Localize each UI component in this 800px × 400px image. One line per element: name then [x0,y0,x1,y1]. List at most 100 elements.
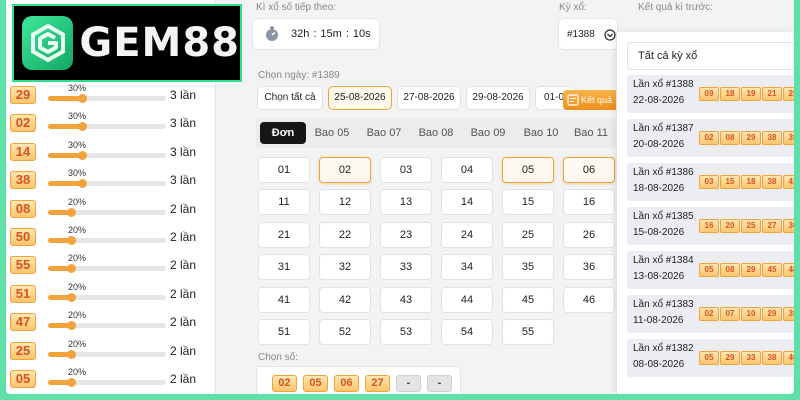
number-cell[interactable]: 44 [441,286,493,313]
picked-number-ball: 27 [365,375,390,392]
number-cell[interactable]: 15 [502,189,554,216]
number-cell[interactable]: 41 [258,286,310,313]
result-row[interactable]: Lần xổ #1385 15-08-2026 1620252730 [627,207,794,245]
result-number-ball: 21 [762,87,782,101]
g-hexagon-logo-icon [22,16,74,70]
number-cell[interactable]: 33 [380,254,432,281]
number-cell[interactable]: 46 [563,286,615,313]
number-cell[interactable]: 12 [319,189,371,216]
stat-count: 3 lần [170,173,197,188]
stat-progress-track [48,150,166,160]
number-cell[interactable]: 53 [380,319,432,345]
number-cell[interactable]: 14 [441,189,493,216]
date-chip[interactable]: 25-08-2026 [328,86,392,110]
number-cell[interactable]: 21 [258,221,310,248]
picked-number-ball: - [396,375,421,392]
number-cell[interactable]: 54 [441,319,493,345]
number-cell[interactable]: 52 [319,319,371,345]
results-history-panel: Tất cả kỳ xổ Lần xổ #1388 22-08-2026 09 18 1… [616,32,794,394]
stat-progress-fill [48,179,88,189]
stat-progress-track [48,122,166,132]
stat-count: 3 lần [170,116,197,131]
stat-percent: 20% [68,338,87,349]
next-draw-label: Kì xổ số tiếp theo: [256,2,337,13]
number-cell[interactable]: 16 [563,189,615,216]
date-chip[interactable]: 27-08-2026 [397,86,461,110]
number-cell[interactable]: 11 [258,189,310,216]
number-cell[interactable]: 43 [380,286,432,313]
tab-bao-11[interactable]: Bao 11 [569,122,613,144]
stopwatch-icon [266,26,278,41]
result-button-label: Kết quả [581,95,613,105]
tab-bao-07[interactable]: Bao 07 [360,122,408,144]
tab-bao-10[interactable]: Bao 10 [517,122,565,144]
lottery-filter-dropdown[interactable]: Tất cả kỳ xổ [627,42,794,70]
stat-progress-fill [48,207,76,217]
stat-count: 2 lần [170,258,197,273]
stat-progress-track [48,179,166,189]
result-row[interactable]: Lần xổ #1386 18-08-2026 0315183841 [627,163,794,201]
result-number-ball: 25 [783,87,794,101]
stat-count: 2 lần [170,230,197,244]
number-cell[interactable]: 26 [563,221,615,248]
stat-row: 51 20% 2 lần [10,282,210,305]
number-cell[interactable]: 06 [563,157,615,183]
tab-bao-09[interactable]: Bao 09 [464,122,512,144]
tab-bao-08[interactable]: Bao 08 [412,122,460,144]
result-number-ball: 45 [762,263,782,277]
result-row[interactable]: Lần xổ #1383 11-08-2026 0207102939 [627,295,794,333]
date-chip[interactable]: 29-08-2026 [466,86,530,110]
draw-select-dropdown[interactable]: #1388 [558,18,618,50]
result-row[interactable]: Lần xổ #1387 20-08-2026 0208293839 [627,119,794,157]
number-cell[interactable]: 05 [502,157,554,183]
chevron-down-circle-icon [604,29,616,41]
draw-select-value: #1388 [567,29,595,40]
number-cell[interactable]: 25 [502,221,554,248]
stat-progress-track [48,292,166,302]
result-draw-date: 08-08-2026 [633,359,685,370]
result-number-ball: 40 [783,351,794,365]
number-cell[interactable]: 03 [380,157,432,183]
tab-bao-05[interactable]: Bao 05 [308,122,356,144]
result-row[interactable]: Lần xổ #1388 22-08-2026 0918192125 [627,75,794,113]
number-cell[interactable]: 22 [319,221,371,248]
tab-đơn[interactable]: Đơn [260,122,306,144]
stat-percent: 20% [68,310,87,321]
stat-progress-fill [48,122,88,132]
result-draw-title: Lần xổ #1387 [633,123,694,134]
result-number-ball: 29 [741,263,761,277]
result-number-ball: 39 [783,307,794,321]
stat-number-badge: 47 [10,313,36,332]
result-number-ball: 16 [699,219,719,233]
countdown-minutes: 15m [320,28,342,40]
number-cell[interactable]: 36 [563,254,615,281]
result-number-ball: 20 [720,219,740,233]
number-cell[interactable]: 55 [502,319,554,345]
result-button[interactable]: Kết quả [563,90,619,110]
result-row[interactable]: Lần xổ #1382 08-08-2026 0529333840 [627,339,794,377]
result-number-ball: 29 [762,307,782,321]
number-cell[interactable]: 51 [258,319,310,345]
number-cell[interactable]: 13 [380,189,432,216]
number-cell[interactable]: 45 [502,286,554,313]
result-row[interactable]: Lần xổ #1384 13-08-2026 0508294548 [627,251,794,289]
number-cell[interactable]: 34 [441,254,493,281]
number-cell[interactable]: 04 [441,157,493,183]
number-cell[interactable]: 32 [319,254,371,281]
select-all-dates-button[interactable]: Chọn tất cả [257,86,323,110]
result-number-ball: 29 [720,351,740,365]
number-cell[interactable]: 24 [441,221,493,248]
number-cell[interactable]: 23 [380,221,432,248]
number-cell[interactable]: 35 [502,254,554,281]
number-cell[interactable]: 01 [258,157,310,183]
number-cell[interactable]: 31 [258,254,310,281]
number-cell[interactable]: 02 [319,157,371,183]
next-draw-countdown: 32h : 15m : 10s [252,18,380,50]
number-cell[interactable]: 42 [319,286,371,313]
result-number-ball: 38 [762,131,782,145]
result-number-ball: 39 [783,131,794,145]
result-number-ball: 38 [762,351,782,365]
result-draw-date: 13-08-2026 [633,271,685,282]
stat-progress-track [48,349,166,359]
ticket-icon [567,94,579,106]
